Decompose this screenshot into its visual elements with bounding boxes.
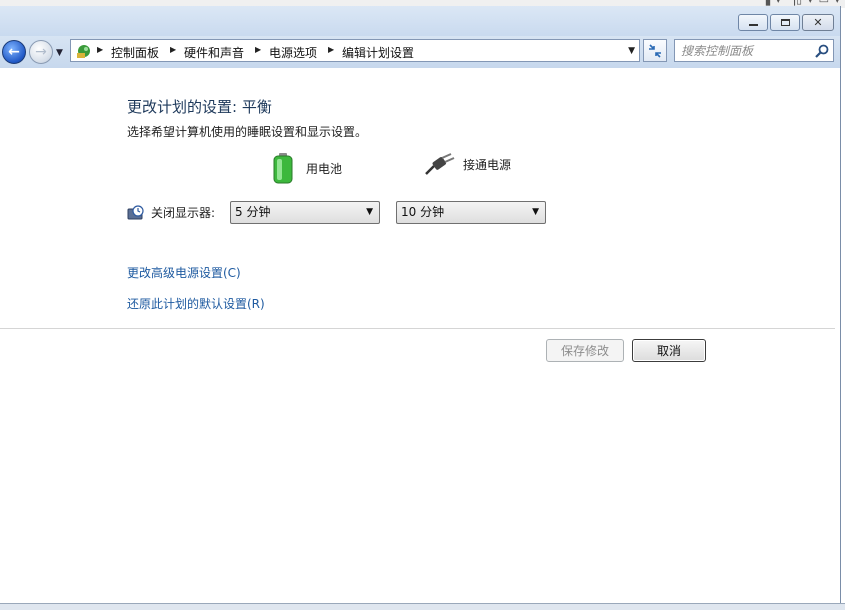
save-changes-button[interactable]: 保存修改 bbox=[546, 339, 624, 362]
close-button[interactable]: ✕ bbox=[802, 14, 834, 31]
breadcrumb-separator-icon[interactable]: ▶ bbox=[328, 45, 334, 54]
title-bar: ✕ bbox=[0, 6, 840, 36]
search-icon[interactable] bbox=[814, 43, 830, 59]
breadcrumb-edit-plan[interactable]: 编辑计划设置 bbox=[342, 44, 414, 61]
maximize-icon bbox=[780, 19, 790, 26]
battery-display-off-value: 5 分钟 bbox=[235, 205, 271, 219]
back-button[interactable]: ← bbox=[2, 40, 26, 64]
display-off-setting-label: 关闭显示器: bbox=[127, 204, 215, 221]
chevron-down-icon: ▼ bbox=[532, 207, 539, 217]
divider bbox=[0, 328, 835, 329]
refresh-button[interactable] bbox=[643, 39, 667, 62]
refresh-icon bbox=[649, 43, 661, 58]
display-timer-icon bbox=[127, 204, 144, 219]
power-plug-icon bbox=[425, 153, 455, 175]
back-arrow-icon: ← bbox=[8, 44, 20, 60]
plugged-in-display-off-value: 10 分钟 bbox=[401, 205, 445, 219]
address-bar[interactable]: ▶ 控制面板 ▶ 硬件和声音 ▶ 电源选项 ▶ 编辑计划设置 ▼ bbox=[70, 39, 640, 62]
close-icon: ✕ bbox=[813, 16, 823, 29]
breadcrumb-separator-icon[interactable]: ▶ bbox=[170, 45, 176, 54]
minimize-button[interactable] bbox=[738, 14, 768, 31]
maximize-button[interactable] bbox=[770, 14, 800, 31]
display-off-label: 关闭显示器: bbox=[151, 206, 216, 220]
minimize-icon bbox=[748, 24, 758, 26]
plugged-in-column-header: 接通电源 bbox=[424, 152, 511, 176]
restore-defaults-link[interactable]: 还原此计划的默认设置(R) bbox=[127, 295, 265, 312]
breadcrumb-separator-icon[interactable]: ▶ bbox=[255, 45, 261, 54]
cancel-button[interactable]: 取消 bbox=[632, 339, 706, 362]
control-panel-window: ✕ ← → ▼ ▶ 控制面板 ▶ 硬件和声音 ▶ 电源选项 ▶ 编辑计划设置 ▼ bbox=[0, 6, 841, 603]
chevron-down-icon: ▼ bbox=[366, 207, 373, 217]
forward-arrow-icon: → bbox=[35, 44, 47, 60]
advanced-power-settings-link[interactable]: 更改高级电源设置(C) bbox=[127, 264, 241, 281]
search-box bbox=[674, 39, 834, 62]
battery-column-label: 用电池 bbox=[306, 161, 343, 176]
battery-display-off-dropdown[interactable]: 5 分钟 ▼ bbox=[230, 201, 380, 224]
main-content: 更改计划的设置: 平衡 选择希望计算机使用的睡眠设置和显示设置。 用电池 接通电… bbox=[0, 68, 840, 603]
breadcrumb-hardware-sound[interactable]: 硬件和声音 bbox=[184, 44, 244, 61]
breadcrumb-control-panel[interactable]: 控制面板 bbox=[111, 44, 159, 61]
search-input[interactable] bbox=[681, 43, 811, 59]
battery-icon bbox=[273, 153, 293, 184]
page-title: 更改计划的设置: 平衡 bbox=[127, 98, 272, 116]
breadcrumb-separator-icon[interactable]: ▶ bbox=[97, 45, 103, 54]
control-panel-icon bbox=[77, 45, 90, 58]
address-dropdown-icon[interactable]: ▼ bbox=[628, 46, 635, 56]
navigation-bar: ← → ▼ ▶ 控制面板 ▶ 硬件和声音 ▶ 电源选项 ▶ 编辑计划设置 ▼ bbox=[0, 36, 840, 68]
battery-column-header: 用电池 bbox=[272, 152, 342, 184]
plugged-in-display-off-dropdown[interactable]: 10 分钟 ▼ bbox=[396, 201, 546, 224]
window-right-edge bbox=[835, 68, 840, 603]
page-description: 选择希望计算机使用的睡眠设置和显示设置。 bbox=[127, 125, 368, 139]
forward-button[interactable]: → bbox=[29, 40, 53, 64]
recent-pages-dropdown-icon[interactable]: ▼ bbox=[56, 48, 63, 58]
plugged-in-column-label: 接通电源 bbox=[463, 157, 512, 172]
breadcrumb-power-options[interactable]: 电源选项 bbox=[269, 44, 317, 61]
